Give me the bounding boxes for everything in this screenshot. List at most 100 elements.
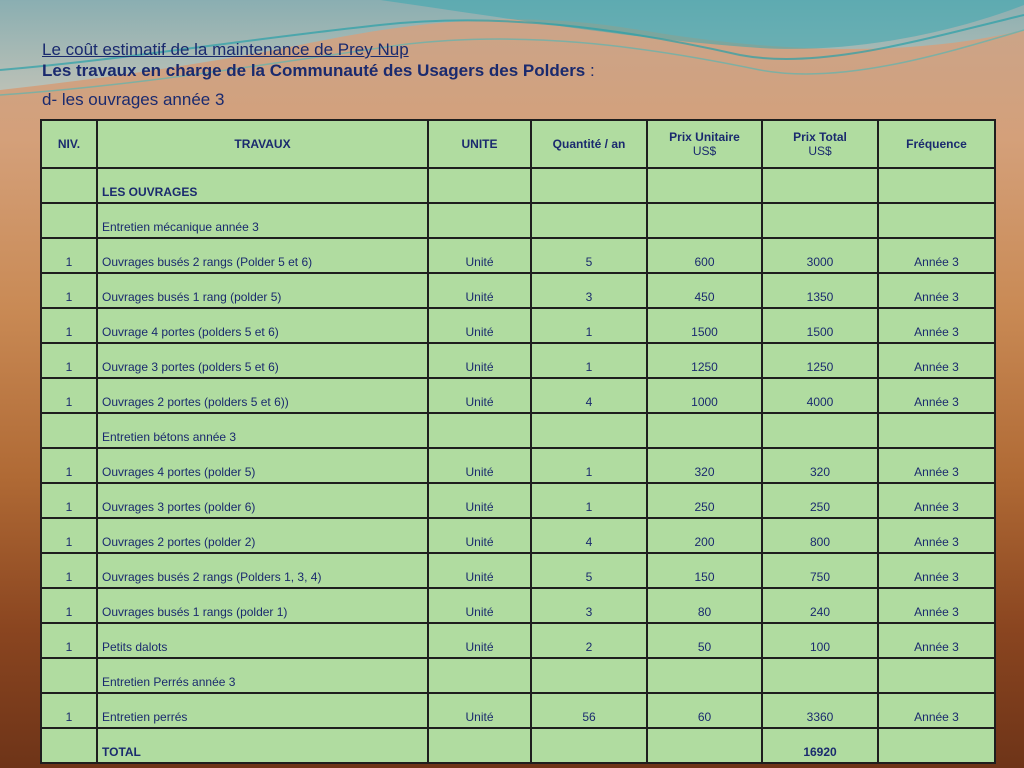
table-row: Entretien bétons année 3 — [40, 412, 996, 449]
cell-niv: 1 — [40, 692, 98, 729]
cell-frequence — [877, 727, 996, 764]
cell-quantite: 1 — [530, 307, 648, 344]
cell-frequence: Année 3 — [877, 307, 996, 344]
cell-travaux: Ouvrages busés 1 rang (polder 5) — [96, 272, 429, 309]
title-block: Le coût estimatif de la maintenance de P… — [42, 40, 595, 110]
cell-niv: 1 — [40, 342, 98, 379]
cell-prix-total: 100 — [761, 622, 879, 659]
cell-prix-total: 250 — [761, 482, 879, 519]
cell-quantite: 3 — [530, 272, 648, 309]
cell-quantite — [530, 412, 648, 449]
cell-prix-unitaire — [646, 167, 763, 204]
cell-frequence: Année 3 — [877, 587, 996, 624]
subtitle-suffix: : — [585, 61, 595, 80]
cell-quantite: 56 — [530, 692, 648, 729]
cell-frequence: Année 3 — [877, 272, 996, 309]
cell-unite: Unité — [427, 237, 532, 274]
cell-quantite: 4 — [530, 377, 648, 414]
cell-travaux: Ouvrage 3 portes (polders 5 et 6) — [96, 342, 429, 379]
cell-unite: Unité — [427, 342, 532, 379]
table-row: LES OUVRAGES — [40, 167, 996, 204]
cell-quantite: 1 — [530, 482, 648, 519]
table-row: 1 Ouvrages busés 2 rangs (Polder 5 et 6) U… — [40, 237, 996, 274]
cell-niv — [40, 412, 98, 449]
cell-unite — [427, 657, 532, 694]
cell-prix-total — [761, 167, 879, 204]
table-body: LES OUVRAGES Entretien mécanique année 31… — [40, 167, 996, 764]
cell-quantite — [530, 727, 648, 764]
cell-prix-unitaire — [646, 657, 763, 694]
cell-unite — [427, 202, 532, 239]
cell-niv — [40, 727, 98, 764]
cell-frequence: Année 3 — [877, 237, 996, 274]
cell-quantite — [530, 167, 648, 204]
table-row: 1 Ouvrages 2 portes (polders 5 et 6)) Unit… — [40, 377, 996, 414]
table-row: 1 Ouvrages busés 1 rang (polder 5) Unité 3 4… — [40, 272, 996, 309]
header-prix-unitaire: Prix Unitaire US$ — [646, 119, 763, 169]
cell-niv: 1 — [40, 272, 98, 309]
cell-travaux: Ouvrages 2 portes (polders 5 et 6)) — [96, 377, 429, 414]
table-row: 1 Ouvrages busés 2 rangs (Polders 1, 3, 4… — [40, 552, 996, 589]
cell-unite: Unité — [427, 517, 532, 554]
cell-frequence: Année 3 — [877, 622, 996, 659]
cell-prix-unitaire — [646, 412, 763, 449]
table-row: 1 Ouvrage 4 portes (polders 5 et 6) Unité 1… — [40, 307, 996, 344]
cell-frequence — [877, 167, 996, 204]
table-row: Entretien Perrés année 3 — [40, 657, 996, 694]
cell-niv: 1 — [40, 622, 98, 659]
cell-quantite: 4 — [530, 517, 648, 554]
cell-frequence — [877, 202, 996, 239]
cell-prix-total: 1500 — [761, 307, 879, 344]
cell-quantite — [530, 657, 648, 694]
header-prix-total-unit: US$ — [808, 144, 832, 158]
cell-prix-total — [761, 412, 879, 449]
header-prix-unitaire-label: Prix Unitaire — [669, 130, 740, 144]
header-quantite: Quantité / an — [530, 119, 648, 169]
cell-quantite: 5 — [530, 237, 648, 274]
cell-quantite — [530, 202, 648, 239]
cell-prix-total: 800 — [761, 517, 879, 554]
cell-unite: Unité — [427, 482, 532, 519]
cell-prix-total: 3360 — [761, 692, 879, 729]
cell-niv: 1 — [40, 377, 98, 414]
cell-prix-total: 16920 — [761, 727, 879, 764]
cell-niv: 1 — [40, 482, 98, 519]
header-unite: UNITE — [427, 119, 532, 169]
cell-niv: 1 — [40, 447, 98, 484]
cell-frequence: Année 3 — [877, 552, 996, 589]
table-header-row: NIV. TRAVAUX UNITE Quantité / an Prix Un… — [40, 119, 996, 169]
cell-quantite: 5 — [530, 552, 648, 589]
table-row: 1 Ouvrages busés 1 rangs (polder 1) Unité 3… — [40, 587, 996, 624]
subtitle-text: Les travaux en charge de la Communauté d… — [42, 61, 586, 80]
cell-unite — [427, 727, 532, 764]
cell-frequence — [877, 412, 996, 449]
header-niv: NIV. — [40, 119, 98, 169]
cell-prix-total: 4000 — [761, 377, 879, 414]
table-row: TOTAL 16920 — [40, 727, 996, 764]
cell-travaux: Ouvrage 4 portes (polders 5 et 6) — [96, 307, 429, 344]
cell-unite: Unité — [427, 272, 532, 309]
cell-prix-unitaire: 1250 — [646, 342, 763, 379]
cell-quantite: 1 — [530, 447, 648, 484]
cell-frequence: Année 3 — [877, 482, 996, 519]
cell-prix-unitaire: 1500 — [646, 307, 763, 344]
header-frequence: Fréquence — [877, 119, 996, 169]
cell-niv: 1 — [40, 517, 98, 554]
cell-prix-unitaire: 200 — [646, 517, 763, 554]
cell-niv: 1 — [40, 307, 98, 344]
cell-unite: Unité — [427, 692, 532, 729]
cell-quantite: 2 — [530, 622, 648, 659]
cell-prix-unitaire: 320 — [646, 447, 763, 484]
cell-prix-unitaire: 450 — [646, 272, 763, 309]
cell-travaux: Petits dalots — [96, 622, 429, 659]
cell-prix-total — [761, 202, 879, 239]
cell-unite: Unité — [427, 447, 532, 484]
cell-prix-unitaire: 150 — [646, 552, 763, 589]
cell-travaux: Ouvrages busés 2 rangs (Polders 1, 3, 4) — [96, 552, 429, 589]
table-row: 1 Ouvrage 3 portes (polders 5 et 6) Unité 1… — [40, 342, 996, 379]
cell-prix-unitaire: 600 — [646, 237, 763, 274]
cell-travaux: Entretien perrés — [96, 692, 429, 729]
cell-unite: Unité — [427, 552, 532, 589]
cell-niv: 1 — [40, 237, 98, 274]
page-subtitle: Les travaux en charge de la Communauté d… — [42, 60, 595, 82]
